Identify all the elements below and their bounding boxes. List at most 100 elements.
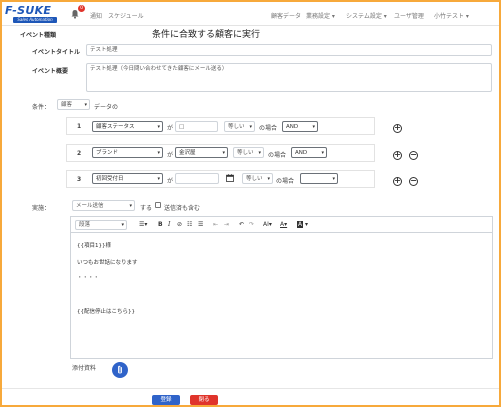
chevron-down-icon: ▾ <box>321 150 324 156</box>
remove-rule-icon[interactable]: − <box>409 151 418 160</box>
rule-case: の場合 <box>259 125 278 132</box>
rule-value-select[interactable]: 金沢屋 ▾ <box>175 147 228 158</box>
nav-user-management[interactable]: ユーザ管理 <box>394 11 424 20</box>
attach-file-button[interactable] <box>112 362 128 378</box>
chevron-down-icon: ▾ <box>129 203 132 209</box>
rule-operator-value: 等しい <box>246 176 263 182</box>
rule-date-input[interactable] <box>175 173 219 184</box>
editor-line: ・・・・ <box>77 275 100 281</box>
include-sent-label: 送信済も含む <box>164 205 201 212</box>
chevron-down-icon: ▾ <box>222 150 225 156</box>
app-logo[interactable]: F-SUKE Sales Automation <box>5 5 63 23</box>
paragraph-style-select[interactable]: 段落 ▾ <box>75 220 127 230</box>
chevron-down-icon: ▾ <box>267 176 270 182</box>
nav-user-menu[interactable]: 小竹テスト ▾ <box>434 11 469 20</box>
rule-join-select[interactable]: AND ▾ <box>282 121 318 132</box>
action-label: 実施： <box>32 205 51 212</box>
rule-field-select[interactable]: 初回受付日 ▾ <box>92 173 163 184</box>
nav-system-settings[interactable]: システム設定 ▾ <box>346 11 387 20</box>
rule-operator-value: 等しい <box>237 150 254 156</box>
rule-value: 金沢屋 <box>179 150 196 156</box>
redo-icon[interactable]: ↷ <box>249 221 254 228</box>
condition-target-select[interactable]: 顧客 ▾ <box>57 99 90 110</box>
rule-number: 3 <box>77 176 82 183</box>
nav-customer-data[interactable]: 顧客データ <box>271 11 301 20</box>
rule-value-input[interactable]: □ <box>175 121 218 132</box>
chevron-down-icon: ▾ <box>312 124 315 130</box>
nav-schedule[interactable]: スケジュール <box>108 11 144 20</box>
paperclip-icon <box>118 365 122 374</box>
chevron-down-icon: ▾ <box>84 102 87 108</box>
include-sent-checkbox[interactable] <box>155 202 161 208</box>
top-navbar: F-SUKE Sales Automation 0 通知 スケジュール 顧客デー… <box>2 2 499 26</box>
email-body-editor[interactable]: 段落 ▾ ☰▾ B I ⊘ ☷ ☰ ⇤ ⇥ ↶ ↷ AI▾ A▾ A ▾ {{項… <box>70 216 493 359</box>
rule-ga: が <box>167 152 174 159</box>
event-type-value: 条件に合致する顧客に実行 <box>152 30 261 40</box>
rule-field-select[interactable]: ブランド ▾ <box>92 147 163 158</box>
condition-target-value: 顧客 <box>61 102 73 108</box>
editor-toolbar: 段落 ▾ ☰▾ B I ⊘ ☷ ☰ ⇤ ⇥ ↶ ↷ AI▾ A▾ A ▾ <box>71 217 492 233</box>
add-rule-icon[interactable]: + <box>393 124 402 133</box>
event-summary-textarea[interactable]: テスト処理（今日問い合わせてきた顧客にメール送る） <box>86 63 492 92</box>
rule-field-value: 顧客ステータス <box>96 124 135 130</box>
paragraph-style-value: 段落 <box>79 222 91 228</box>
nav-business-settings[interactable]: 業務設定 ▾ <box>306 11 335 20</box>
add-rule-icon[interactable]: + <box>393 177 402 186</box>
rule-field-value: 初回受付日 <box>96 176 124 182</box>
remove-rule-icon[interactable]: − <box>409 177 418 186</box>
footer-divider <box>2 388 499 389</box>
rule-field-select[interactable]: 顧客ステータス ▾ <box>92 121 163 132</box>
rule-ga: が <box>167 178 174 185</box>
rule-ga: が <box>167 125 174 132</box>
action-type-select[interactable]: メール送信 ▾ <box>72 200 135 211</box>
attachment-label: 添付資料 <box>72 365 97 372</box>
rule-number: 2 <box>77 150 82 157</box>
chevron-down-icon: ▾ <box>249 124 252 130</box>
page-frame: F-SUKE Sales Automation 0 通知 スケジュール 顧客デー… <box>2 2 499 405</box>
notification-badge: 0 <box>78 5 85 12</box>
chevron-down-icon: ▾ <box>121 222 124 228</box>
condition-suffix: データの <box>94 104 119 111</box>
outdent-icon[interactable]: ⇤ <box>213 221 218 228</box>
rule-case: の場合 <box>268 152 287 159</box>
chevron-down-icon: ▾ <box>157 176 160 182</box>
rule-operator-select[interactable]: 等しい ▾ <box>242 173 273 184</box>
editor-line: いつもお世話になります <box>77 260 138 266</box>
bold-icon[interactable]: B <box>158 221 163 228</box>
rule-join-select[interactable]: AND ▾ <box>291 147 327 158</box>
bulleted-list-icon[interactable]: ☷ <box>187 221 192 228</box>
calendar-icon[interactable] <box>226 174 234 182</box>
event-summary-label: イベント概要 <box>32 68 69 75</box>
rule-join-value: AND <box>286 124 299 130</box>
font-color-icon[interactable]: A▾ <box>280 221 287 228</box>
rule-field-value: ブランド <box>96 150 119 156</box>
link-icon[interactable]: ⊘ <box>177 221 182 228</box>
highlight-icon[interactable]: A <box>297 221 304 228</box>
condition-label: 条件： <box>32 104 51 111</box>
chevron-down-icon: ▾ <box>157 124 160 130</box>
register-button[interactable]: 登録 <box>152 395 180 405</box>
rule-join-select[interactable]: ▾ <box>300 173 338 184</box>
event-title-input[interactable]: テスト処理 <box>86 44 492 56</box>
chevron-down-icon: ▾ <box>258 150 261 156</box>
rule-operator-select[interactable]: 等しい ▾ <box>224 121 255 132</box>
event-type-label: イベント種類 <box>20 32 57 39</box>
font-size-icon[interactable]: AI▾ <box>263 221 272 228</box>
numbered-list-icon[interactable]: ☰ <box>198 221 203 228</box>
rule-operator-select[interactable]: 等しい ▾ <box>233 147 264 158</box>
undo-icon[interactable]: ↶ <box>239 221 244 228</box>
rule-number: 1 <box>77 123 82 130</box>
editor-line: {{項目1}}様 <box>77 243 111 249</box>
nav-notifications[interactable]: 通知 <box>90 11 102 20</box>
action-suru: する <box>140 205 153 212</box>
close-button[interactable]: 閉る <box>190 395 218 405</box>
logo-text: F-SUKE <box>5 4 52 17</box>
rule-operator-value: 等しい <box>228 124 245 130</box>
event-title-label: イベントタイトル <box>32 49 81 56</box>
align-icon[interactable]: ☰▾ <box>139 221 147 228</box>
indent-icon[interactable]: ⇥ <box>224 221 229 228</box>
add-rule-icon[interactable]: + <box>393 151 402 160</box>
chevron-down-icon[interactable]: ▾ <box>305 221 308 228</box>
rule-join-value: AND <box>295 150 308 156</box>
italic-icon[interactable]: I <box>168 221 170 228</box>
